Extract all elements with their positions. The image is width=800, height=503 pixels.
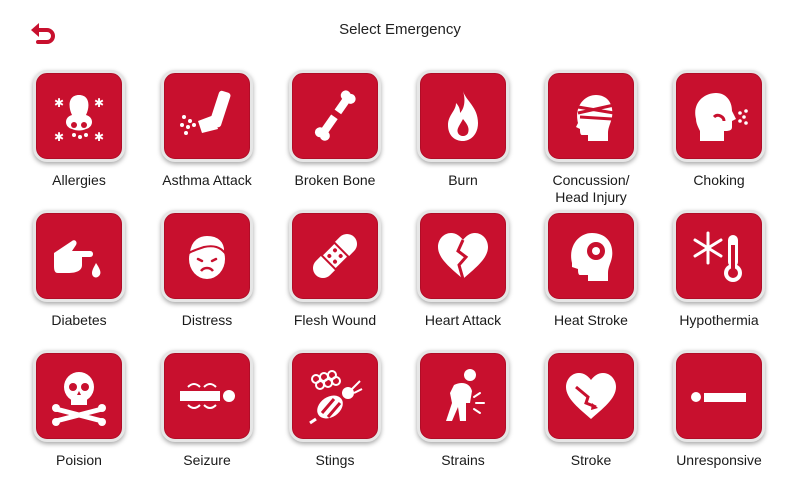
broken-bone-icon	[314, 90, 356, 141]
tile-label: Unresponsive	[676, 452, 762, 468]
tile-stroke[interactable]: Stroke	[527, 347, 655, 487]
tile-label: Concussion/ Head Injury	[552, 172, 630, 205]
tile-label: Asthma Attack	[162, 172, 252, 188]
skull-crossbones-icon	[52, 372, 106, 426]
tile-strains[interactable]: Strains	[399, 347, 527, 487]
bandage-icon	[312, 233, 358, 279]
tile-label: Hypothermia	[679, 312, 759, 328]
tile-label: Stroke	[570, 452, 612, 468]
tile-label: Seizure	[183, 452, 231, 468]
tile-label: Burn	[448, 172, 478, 188]
tile-label: Flesh Wound	[293, 312, 377, 328]
inhaler-icon	[180, 90, 231, 135]
tile-label: Distress	[181, 312, 233, 328]
hot-head-icon	[571, 233, 613, 281]
page-title: Select Emergency	[339, 21, 461, 38]
tile-stings[interactable]: Stings	[271, 347, 399, 487]
svg-text:✱: ✱	[54, 130, 64, 144]
strain-icon	[446, 369, 485, 421]
choking-icon	[695, 93, 748, 141]
lying-person-icon	[691, 392, 746, 402]
tile-burn[interactable]: Burn	[399, 67, 527, 207]
tile-heat-stroke[interactable]: Heat Stroke	[527, 207, 655, 347]
svg-text:✱: ✱	[94, 130, 104, 144]
bee-icon	[309, 370, 363, 425]
flame-icon	[448, 91, 478, 141]
tile-seizure[interactable]: Seizure	[143, 347, 271, 487]
tile-distress[interactable]: Distress	[143, 207, 271, 347]
broken-heart-icon	[438, 233, 488, 280]
distressed-face-icon	[187, 233, 227, 279]
tile-unresponsive[interactable]: Unresponsive	[655, 347, 783, 487]
tile-poision[interactable]: Poision	[15, 347, 143, 487]
tile-broken-bone[interactable]: Broken Bone	[271, 67, 399, 207]
emergency-grid: ✱ ✱ ✱ ✱ Allergies Asthma Attack Broken B…	[15, 67, 785, 487]
tile-heart-attack[interactable]: Heart Attack	[399, 207, 527, 347]
tile-label: Heart Attack	[424, 312, 502, 328]
tile-diabetes[interactable]: Diabetes	[15, 207, 143, 347]
tile-concussion[interactable]: Concussion/ Head Injury	[527, 67, 655, 207]
tile-label: Allergies	[52, 172, 106, 188]
tile-choking[interactable]: Choking	[655, 67, 783, 207]
heart-zigzag-icon	[566, 373, 616, 419]
tile-label: Poision	[56, 452, 102, 468]
tile-label: Diabetes	[51, 312, 107, 328]
snowflake-thermometer-icon	[693, 231, 742, 282]
tile-allergies[interactable]: ✱ ✱ ✱ ✱ Allergies	[15, 67, 143, 207]
bandaged-head-icon	[576, 95, 615, 141]
tile-label: Stings	[315, 452, 355, 468]
tile-asthma-attack[interactable]: Asthma Attack	[143, 67, 271, 207]
tile-hypothermia[interactable]: Hypothermia	[655, 207, 783, 347]
tile-flesh-wound[interactable]: Flesh Wound	[271, 207, 399, 347]
tile-label: Strains	[441, 452, 485, 468]
svg-text:✱: ✱	[94, 96, 104, 110]
seizure-icon	[180, 383, 235, 409]
allergies-icon: ✱ ✱ ✱ ✱	[54, 95, 104, 144]
tile-label: Heat Stroke	[554, 312, 628, 328]
tile-label: Broken Bone	[294, 172, 376, 188]
finger-blood-drop-icon	[54, 240, 101, 278]
tile-label: Choking	[693, 172, 745, 188]
svg-text:✱: ✱	[54, 96, 64, 110]
